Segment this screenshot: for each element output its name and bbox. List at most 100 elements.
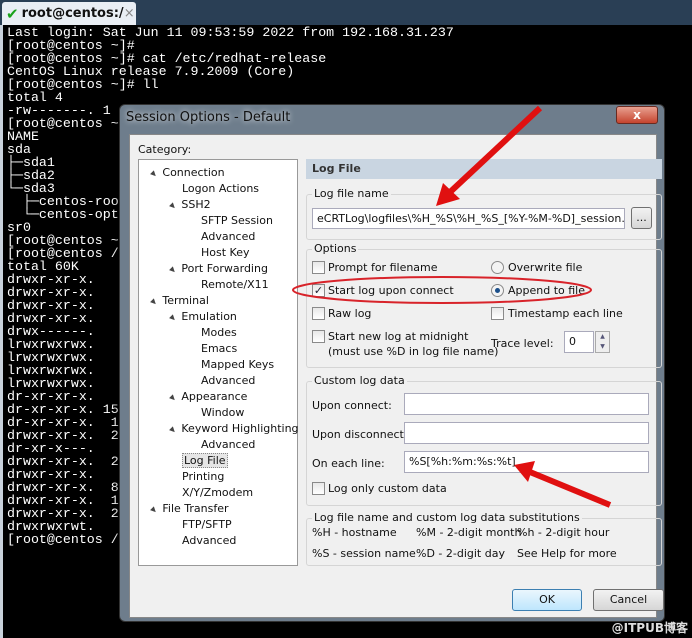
upon-connect-label: Upon connect:	[312, 399, 392, 412]
upon-disconnect-label: Upon disconnect:	[312, 428, 408, 441]
tree-item[interactable]: FTP/SFTP	[182, 518, 232, 531]
tree-item[interactable]: Logon Actions	[182, 182, 259, 195]
upon-connect-input[interactable]	[404, 393, 649, 415]
section-header: Log File	[306, 159, 662, 179]
tree-item-label: Advanced	[182, 534, 237, 547]
trace-level-input[interactable]: 0	[564, 331, 594, 353]
tree-item[interactable]: ▼ Keyword Highlighting	[168, 422, 299, 435]
timestamp-each-line-label: Timestamp each line	[508, 307, 623, 320]
overwrite-file-label: Overwrite file	[508, 261, 583, 274]
tree-item[interactable]: Remote/X11	[201, 278, 269, 291]
tree-item-label: Emacs	[201, 342, 238, 355]
tree-item[interactable]: Advanced	[201, 438, 255, 451]
sub-hostname: %H - hostname	[312, 526, 397, 539]
connected-check-icon: ✔	[6, 4, 19, 23]
tree-item[interactable]: ▼ Connection	[149, 166, 225, 179]
browse-button[interactable]: ...	[631, 207, 652, 229]
tab-title: root@centos:/	[21, 6, 124, 21]
tree-item-label: Printing	[182, 470, 225, 483]
on-each-line-label: On each line:	[312, 457, 385, 470]
expand-arrow-icon[interactable]: ▼	[149, 505, 158, 514]
tree-item[interactable]: ▼ Terminal	[149, 294, 209, 307]
tree-item-label: Remote/X11	[201, 278, 269, 291]
tree-item[interactable]: SFTP Session	[201, 214, 273, 227]
start-new-log-midnight-label: Start new log at midnight	[328, 330, 469, 343]
tree-item-label: Emulation	[181, 310, 237, 323]
expand-arrow-icon[interactable]: ▼	[149, 169, 158, 178]
watermark: @ITPUB博客	[611, 621, 688, 635]
tree-item-label: Connection	[162, 166, 225, 179]
overwrite-file-radio[interactable]	[491, 261, 504, 274]
timestamp-each-line-checkbox[interactable]	[491, 307, 504, 320]
start-new-log-midnight-note: (must use %D in log file name)	[328, 345, 499, 358]
tree-item[interactable]: Emacs	[201, 342, 237, 355]
log-file-name-input[interactable]: eCRTLog\logfiles\%H_%S\%H_%S_[%Y-%M-%D]_…	[312, 208, 625, 229]
tree-item-label: Window	[201, 406, 245, 419]
tree-item-label: Advanced	[201, 438, 256, 451]
dialog-title: Session Options - Default	[126, 110, 291, 125]
upon-disconnect-input[interactable]	[404, 422, 649, 444]
cancel-button[interactable]: Cancel	[593, 589, 664, 611]
tree-item[interactable]: ▼ Appearance	[168, 390, 248, 403]
raw-log-checkbox[interactable]	[312, 307, 325, 320]
tree-item[interactable]: Modes	[201, 326, 237, 339]
append-to-file-label: Append to file	[508, 284, 585, 297]
session-options-dialog: Session Options - Default x Category: ▼ C…	[119, 104, 665, 622]
tree-item-label: Terminal	[162, 294, 209, 307]
tree-item-label: SSH2	[181, 198, 211, 211]
log-file-name-label: Log file name	[312, 187, 391, 200]
raw-log-label: Raw log	[328, 307, 372, 320]
tree-item-label: Keyword Highlighting	[181, 422, 299, 435]
tree-item[interactable]: Printing	[182, 470, 224, 483]
tree-item[interactable]: ▼ File Transfer	[149, 502, 229, 515]
tree-item[interactable]: ▼ SSH2	[168, 198, 211, 211]
tree-item[interactable]: Host Key	[201, 246, 250, 259]
trace-level-spinner[interactable]: ▲ ▼	[595, 331, 610, 353]
tree-item[interactable]: ▼ Port Forwarding	[168, 262, 268, 275]
tree-item-label: Port Forwarding	[181, 262, 268, 275]
tree-item[interactable]: Window	[201, 406, 244, 419]
tree-item-label: Host Key	[201, 246, 250, 259]
tree-item[interactable]: Advanced	[201, 230, 255, 243]
expand-arrow-icon[interactable]: ▼	[149, 297, 158, 306]
start-new-log-midnight-checkbox[interactable]	[312, 330, 325, 343]
expand-arrow-icon[interactable]: ▼	[168, 393, 177, 402]
custom-log-data-label: Custom log data	[312, 374, 407, 387]
sub-day: %D - 2-digit day	[416, 547, 505, 560]
tab-bar: ✔ root@centos:/ ×	[0, 0, 692, 25]
on-each-line-input[interactable]: %S[%h:%m:%s:%t]	[404, 451, 649, 473]
prompt-for-filename-label: Prompt for filename	[328, 261, 438, 274]
session-tab[interactable]: ✔ root@centos:/ ×	[2, 2, 136, 25]
tree-item[interactable]: Advanced	[182, 534, 236, 547]
tree-item[interactable]: Mapped Keys	[201, 358, 274, 371]
options-label: Options	[312, 242, 359, 255]
tree-item[interactable]: X/Y/Zmodem	[182, 486, 253, 499]
close-dialog-button[interactable]: x	[616, 106, 658, 124]
tree-item-label: Advanced	[201, 230, 256, 243]
expand-arrow-icon[interactable]: ▼	[168, 201, 177, 210]
close-tab-icon[interactable]: ×	[124, 6, 135, 21]
append-to-file-radio[interactable]	[491, 284, 504, 297]
tree-item[interactable]: Advanced	[201, 374, 255, 387]
see-help-text: See Help for more	[517, 547, 617, 560]
tree-item-label: File Transfer	[162, 502, 229, 515]
expand-arrow-icon[interactable]: ▼	[168, 313, 177, 322]
tree-item[interactable]: Log File	[182, 453, 228, 468]
start-log-upon-connect-checkbox[interactable]: ✓	[312, 284, 325, 297]
tree-item-label: Log File	[182, 453, 228, 468]
tree-item-label: Modes	[201, 326, 237, 339]
expand-arrow-icon[interactable]: ▼	[168, 425, 177, 434]
category-tree[interactable]: ▼ Connection Logon Actions ▼ SSH2 SFTP Sessio…	[138, 159, 299, 566]
prompt-for-filename-checkbox[interactable]	[312, 261, 325, 274]
dialog-body: Category: ▼ Connection Logon Actions ▼ SSH2 S…	[129, 134, 664, 618]
start-log-upon-connect-label: Start log upon connect	[328, 284, 454, 297]
log-only-custom-checkbox[interactable]	[312, 482, 325, 495]
tree-item-label: FTP/SFTP	[182, 518, 232, 531]
tree-item-label: Appearance	[181, 390, 248, 403]
ok-button[interactable]: OK	[512, 589, 582, 611]
category-label: Category:	[138, 143, 192, 156]
tree-item-label: X/Y/Zmodem	[182, 486, 254, 499]
expand-arrow-icon[interactable]: ▼	[168, 265, 177, 274]
tree-item[interactable]: ▼ Emulation	[168, 310, 237, 323]
tree-item-label: Mapped Keys	[201, 358, 275, 371]
